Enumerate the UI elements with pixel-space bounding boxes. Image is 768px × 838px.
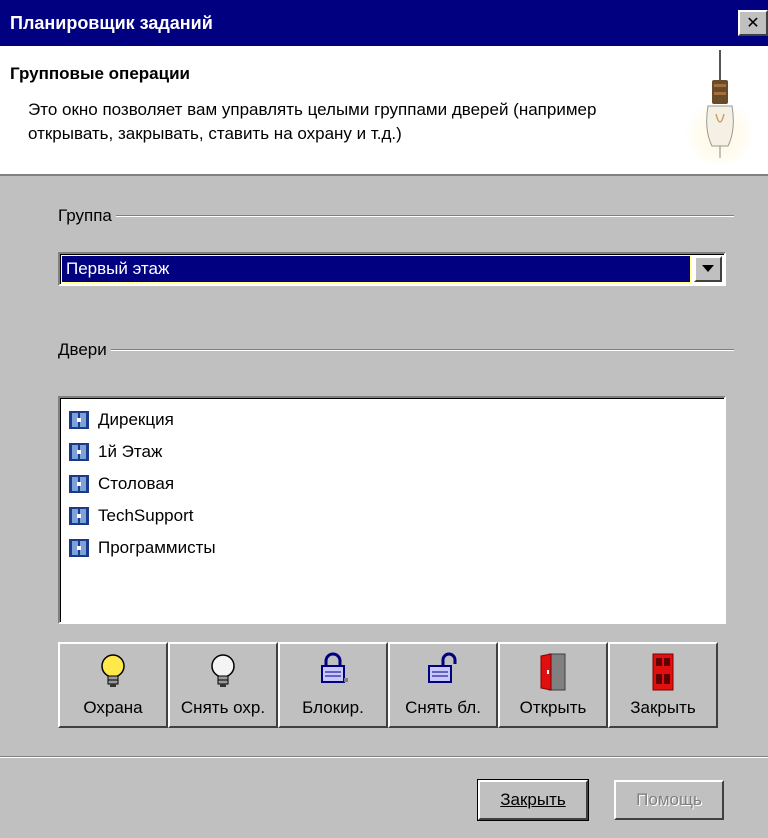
arm-button-label: Охрана: [83, 698, 143, 717]
page-description: Это окно позволяет вам управлять целыми …: [28, 100, 597, 143]
unlock-button[interactable]: Снять бл.: [388, 642, 498, 728]
list-item-label: TechSupport: [98, 506, 194, 525]
list-item-label: Программисты: [98, 538, 216, 557]
list-item-label: Столовая: [98, 474, 175, 493]
list-item[interactable]: 1й Этаж: [60, 436, 724, 468]
page-heading: Групповые операции: [10, 64, 190, 83]
disarm-button-label: Снять охр.: [180, 698, 266, 717]
list-item[interactable]: Программисты: [60, 532, 724, 564]
close-door-button[interactable]: Закрыть: [608, 642, 718, 728]
action-toolbar: Охрана Снять охр. Блокир. Снять бл. Откр…: [58, 642, 718, 728]
header-panel: Групповые операции Это окно позволяет ва…: [0, 46, 768, 176]
help-button[interactable]: Помощь: [614, 780, 724, 820]
doors-separator: [110, 349, 734, 351]
open-door-icon: [540, 653, 566, 691]
unlock-icon: [428, 652, 457, 683]
door-icon: [69, 443, 89, 461]
doors-list[interactable]: Дирекция 1й Этаж Столовая TechSupport Пр…: [58, 396, 726, 624]
title-bar: Планировщик заданий ✕: [0, 0, 768, 46]
light-bulb-icon: [684, 50, 756, 164]
chevron-down-icon: [702, 265, 714, 272]
door-icon: [69, 411, 89, 429]
list-item[interactable]: TechSupport: [60, 500, 724, 532]
group-separator: [115, 215, 734, 217]
bulb-off-icon: [211, 654, 235, 687]
list-item-label: 1й Этаж: [98, 442, 163, 461]
doors-label: Двери: [58, 340, 107, 359]
doors-section-label: Двери: [58, 340, 734, 360]
open-door-button-label: Открыть: [519, 698, 587, 717]
open-door-button[interactable]: Открыть: [498, 642, 608, 728]
window-title: Планировщик заданий: [10, 12, 213, 33]
lock-button[interactable]: Блокир.: [278, 642, 388, 728]
footer-separator: [0, 756, 768, 758]
group-label: Группа: [58, 206, 112, 225]
disarm-button[interactable]: Снять охр.: [168, 642, 278, 728]
closed-door-icon: [652, 653, 674, 691]
door-icon: [69, 507, 89, 525]
dropdown-arrow-button[interactable]: [694, 256, 722, 282]
close-icon: ✕: [746, 15, 760, 32]
lock-button-label: Блокир.: [302, 698, 364, 717]
list-item[interactable]: Дирекция: [60, 404, 724, 436]
group-select[interactable]: Первый этаж: [58, 252, 726, 286]
list-item-label: Дирекция: [98, 410, 174, 429]
list-item[interactable]: Столовая: [60, 468, 724, 500]
bulb-on-icon: [101, 654, 125, 687]
unlock-button-label: Снять бл.: [405, 698, 481, 717]
help-button-label: Помощь: [636, 790, 702, 809]
door-icon: [69, 475, 89, 493]
lock-icon: [321, 652, 348, 683]
door-icon: [69, 539, 89, 557]
close-door-button-label: Закрыть: [630, 698, 696, 717]
close-window-button[interactable]: ✕: [738, 10, 768, 36]
group-select-value: Первый этаж: [61, 255, 691, 283]
group-section-label: Группа: [58, 206, 734, 226]
arm-button[interactable]: Охрана: [58, 642, 168, 728]
close-button[interactable]: Закрыть: [477, 779, 589, 821]
close-button-label: Закрыть: [500, 790, 566, 809]
